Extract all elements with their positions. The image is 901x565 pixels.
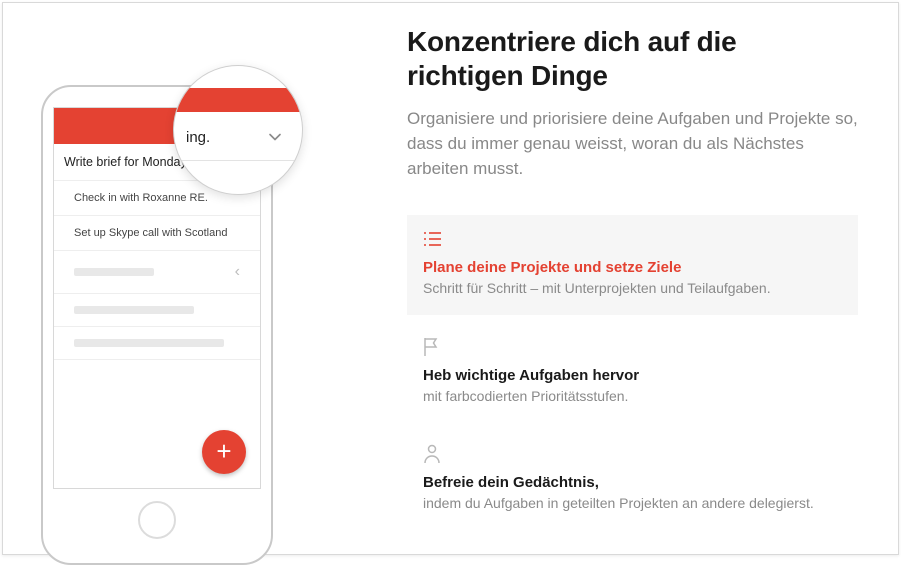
list-icon <box>423 229 842 249</box>
feature-title: Heb wichtige Aufgaben hervor <box>423 367 842 384</box>
feature-list: Plane deine Projekte und setze Ziele Sch… <box>407 215 858 530</box>
placeholder-bar <box>74 339 224 347</box>
magnifier-lens: ing. <box>173 65 303 195</box>
placeholder-bar <box>74 268 154 276</box>
feature-title: Befreie dein Gedächtnis, <box>423 474 842 491</box>
chevron-left-icon[interactable]: ‹ <box>235 263 240 281</box>
page-title: Konzentriere dich auf die richtigen Ding… <box>407 25 858 93</box>
feature-desc: indem du Aufgaben in geteilten Projekten… <box>423 494 842 514</box>
person-icon <box>423 444 842 464</box>
chevron-down-icon[interactable] <box>264 126 286 148</box>
app-header-bar-zoom <box>174 88 302 112</box>
home-button[interactable] <box>138 501 176 539</box>
feature-delegate[interactable]: Befreie dein Gedächtnis, indem du Aufgab… <box>407 430 858 530</box>
feature-desc: Schritt für Schritt – mit Unterprojekten… <box>423 279 842 299</box>
marketing-frame: Write brief for Monday's meeting. Check … <box>2 2 899 555</box>
flag-icon <box>423 337 842 357</box>
magnified-task-row: ing. <box>174 112 302 161</box>
copy-area: Konzentriere dich auf die richtigen Ding… <box>363 3 898 554</box>
task-item[interactable]: Set up Skype call with Scotland <box>54 216 260 251</box>
feature-title: Plane deine Projekte und setze Ziele <box>423 259 842 276</box>
feature-desc: mit farbcodierten Prioritätsstufen. <box>423 387 842 407</box>
add-task-fab[interactable]: + <box>202 430 246 474</box>
page-subtitle: Organisiere und priorisiere deine Aufgab… <box>407 107 858 181</box>
feature-highlight-tasks[interactable]: Heb wichtige Aufgaben hervor mit farbcod… <box>407 323 858 423</box>
feature-plan-projects[interactable]: Plane deine Projekte und setze Ziele Sch… <box>407 215 858 315</box>
placeholder-row: ‹ <box>54 251 260 294</box>
magnified-text-fragment: ing. <box>186 129 210 146</box>
phone-illustration: Write brief for Monday's meeting. Check … <box>3 3 363 554</box>
placeholder-row <box>54 294 260 327</box>
placeholder-bar <box>74 306 194 314</box>
placeholder-row <box>54 327 260 360</box>
